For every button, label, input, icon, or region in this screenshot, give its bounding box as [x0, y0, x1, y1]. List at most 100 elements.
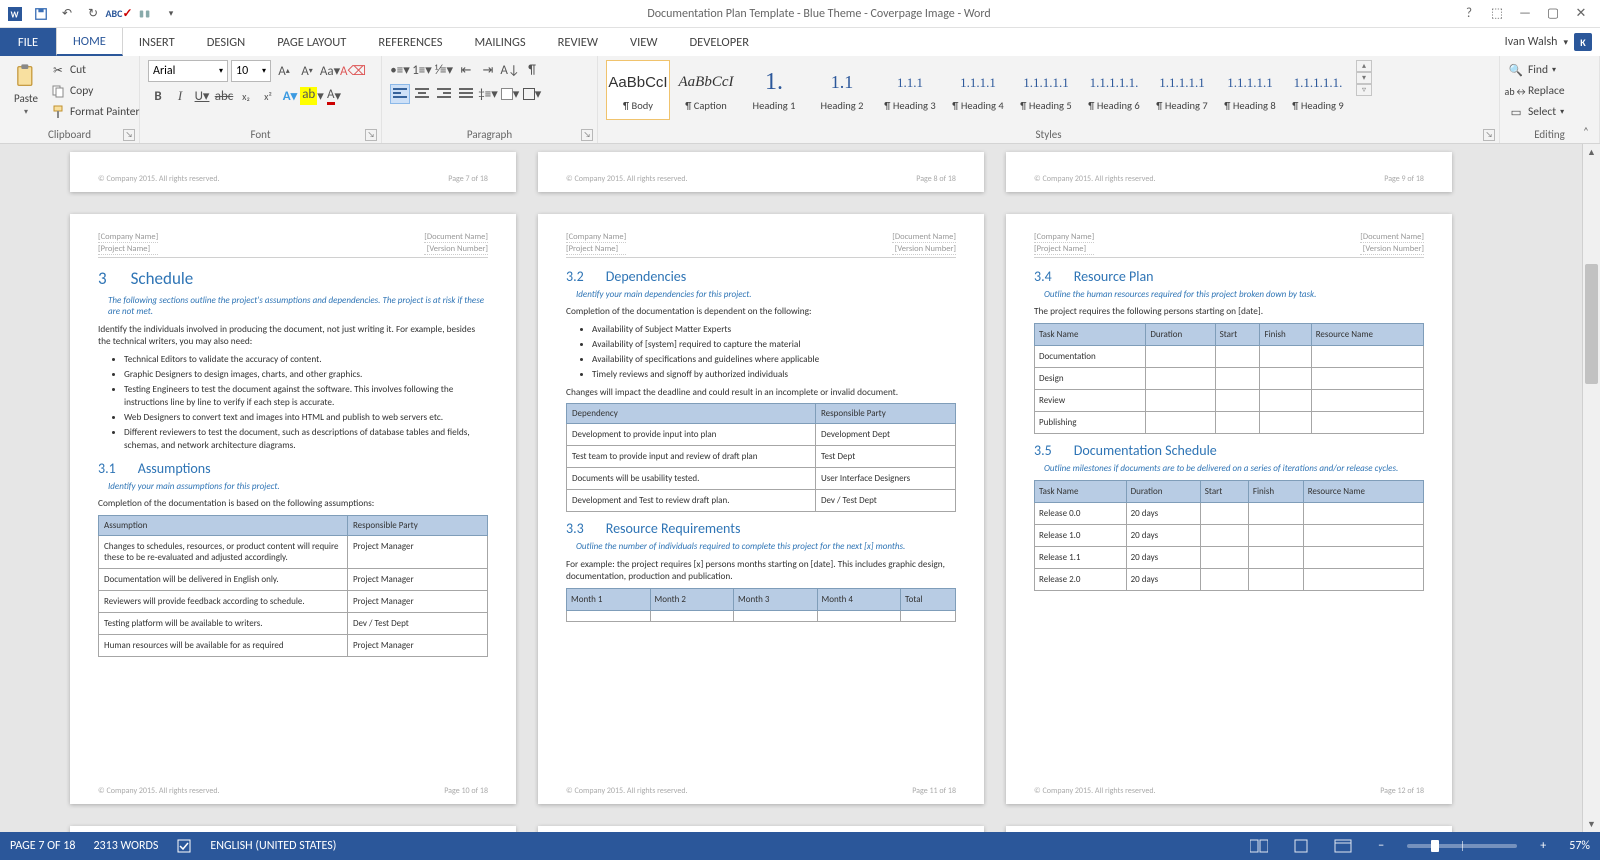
paste-icon: [12, 62, 40, 90]
strikethrough-button[interactable]: abc: [214, 86, 234, 106]
replace-button[interactable]: ab↔Replace: [1508, 81, 1565, 101]
style-item[interactable]: 1.1.1.1.1.¶ Heading 9: [1286, 60, 1350, 120]
ribbon: Paste ▾ ✂Cut Copy Format Painter Clipboa…: [0, 56, 1600, 144]
style-item[interactable]: AaBbCcI¶ Body: [606, 60, 670, 120]
style-item[interactable]: 1.1.1¶ Heading 3: [878, 60, 942, 120]
page-10[interactable]: [Company Name][Project Name] [Document N…: [70, 214, 516, 804]
zoom-slider[interactable]: [1407, 844, 1517, 848]
status-language[interactable]: ENGLISH (UNITED STATES): [210, 839, 336, 853]
tab-references[interactable]: REFERENCES: [362, 28, 458, 56]
scroll-up-arrow[interactable]: ▲: [1583, 144, 1600, 160]
web-layout-button[interactable]: [1331, 836, 1355, 856]
styles-dialog-launcher[interactable]: ↘: [1483, 129, 1495, 141]
tab-insert[interactable]: INSERT: [123, 28, 191, 56]
paragraph-dialog-launcher[interactable]: ↘: [581, 129, 593, 141]
ribbon-display-icon[interactable]: ⬚: [1484, 3, 1510, 25]
page-11[interactable]: [Company Name][Project Name] [Document N…: [538, 214, 984, 804]
numbering-button[interactable]: 1≡▾: [412, 60, 432, 80]
select-button[interactable]: ▭Select ▾: [1508, 102, 1564, 122]
superscript-button[interactable]: x²: [258, 86, 278, 106]
sort-button[interactable]: A↓: [500, 60, 520, 80]
maximize-icon[interactable]: ▢: [1540, 3, 1566, 25]
style-item[interactable]: 1.1.1.1¶ Heading 4: [946, 60, 1010, 120]
clipboard-dialog-launcher[interactable]: ↘: [123, 129, 135, 141]
font-dialog-launcher[interactable]: ↘: [365, 129, 377, 141]
shrink-font-button[interactable]: A▾: [297, 61, 317, 81]
style-item[interactable]: AaBbCcI¶ Caption: [674, 60, 738, 120]
font-color-button[interactable]: A▾: [324, 86, 344, 106]
zoom-out-button[interactable]: −: [1373, 839, 1389, 853]
highlight-button[interactable]: ab▾: [302, 86, 322, 106]
qat-customize-icon[interactable]: ▾: [160, 3, 182, 25]
replace-icon: ab↔: [1508, 83, 1524, 99]
italic-button[interactable]: I: [170, 86, 190, 106]
align-left-button[interactable]: [390, 84, 410, 104]
clear-formatting-button[interactable]: A⌫: [343, 61, 363, 81]
status-words[interactable]: 2313 WORDS: [93, 839, 158, 853]
copy-button[interactable]: Copy: [50, 81, 139, 101]
align-right-button[interactable]: [434, 84, 454, 104]
find-button[interactable]: 🔍Find ▾: [1508, 60, 1556, 80]
format-painter-button[interactable]: Format Painter: [50, 102, 139, 122]
multilevel-button[interactable]: ⅟≡▾: [434, 60, 454, 80]
close-icon[interactable]: ✕: [1568, 3, 1594, 25]
tab-design[interactable]: DESIGN: [191, 28, 262, 56]
align-center-button[interactable]: [412, 84, 432, 104]
font-size-combo[interactable]: 10▾: [231, 60, 271, 82]
scroll-down-arrow[interactable]: ▼: [1583, 816, 1600, 832]
show-marks-button[interactable]: ¶: [522, 60, 542, 80]
justify-button[interactable]: [456, 84, 476, 104]
tab-mailings[interactable]: MAILINGS: [458, 28, 541, 56]
zoom-knob[interactable]: [1431, 840, 1439, 852]
redo-icon[interactable]: ↻: [82, 3, 104, 25]
zoom-in-button[interactable]: +: [1535, 839, 1551, 853]
status-proofing-icon[interactable]: [176, 838, 192, 854]
dependencies-table: DependencyResponsible PartyDevelopment t…: [566, 403, 956, 512]
underline-button[interactable]: U▾: [192, 86, 212, 106]
bullets-button[interactable]: •≡▾: [390, 60, 410, 80]
spellcheck-icon[interactable]: ABC✓: [108, 3, 130, 25]
styles-gallery: AaBbCcI¶ BodyAaBbCcI¶ Caption1.Heading 1…: [606, 60, 1350, 120]
cut-button[interactable]: ✂Cut: [50, 60, 139, 80]
print-layout-button[interactable]: [1289, 836, 1313, 856]
style-item[interactable]: 1.1.1.1.1¶ Heading 5: [1014, 60, 1078, 120]
touch-mode-icon[interactable]: [134, 3, 156, 25]
bold-button[interactable]: B: [148, 86, 168, 106]
vertical-scrollbar[interactable]: ▲ ▼: [1582, 144, 1600, 832]
decrease-indent-button[interactable]: ⇤: [456, 60, 476, 80]
undo-icon[interactable]: ↶: [56, 3, 78, 25]
pages-container[interactable]: © Company 2015. All rights reserved.Page…: [0, 144, 1582, 832]
help-icon[interactable]: ?: [1456, 3, 1482, 25]
style-item[interactable]: 1.1.1.1.1¶ Heading 8: [1218, 60, 1282, 120]
style-item[interactable]: 1.Heading 1: [742, 60, 806, 120]
zoom-level[interactable]: 57%: [1569, 839, 1590, 853]
styles-gallery-scroll[interactable]: ▴▾▿: [1356, 60, 1372, 96]
collapse-ribbon-button[interactable]: ˄: [1578, 123, 1594, 139]
change-case-button[interactable]: Aa▾: [320, 61, 340, 81]
scroll-thumb[interactable]: [1585, 264, 1598, 384]
account-area[interactable]: Ivan Walsh▾ K: [1505, 28, 1600, 56]
grow-font-button[interactable]: A▴: [274, 61, 294, 81]
text-effects-button[interactable]: A▾: [280, 86, 300, 106]
tab-view[interactable]: VIEW: [614, 28, 673, 56]
read-mode-button[interactable]: [1247, 836, 1271, 856]
style-item[interactable]: 1.1Heading 2: [810, 60, 874, 120]
status-page[interactable]: PAGE 7 OF 18: [10, 839, 75, 853]
borders-button[interactable]: ▾: [522, 84, 542, 104]
shading-button[interactable]: ▾: [500, 84, 520, 104]
tab-home[interactable]: HOME: [56, 28, 123, 56]
font-name-combo[interactable]: Arial▾: [148, 60, 228, 82]
save-icon[interactable]: [30, 3, 52, 25]
tab-developer[interactable]: DEVELOPER: [673, 28, 765, 56]
tab-review[interactable]: REVIEW: [542, 28, 614, 56]
style-item[interactable]: 1.1.1.1.1¶ Heading 7: [1150, 60, 1214, 120]
page-12[interactable]: [Company Name][Project Name] [Document N…: [1006, 214, 1452, 804]
line-spacing-button[interactable]: ‡≡▾: [478, 84, 498, 104]
minimize-icon[interactable]: —: [1512, 3, 1538, 25]
increase-indent-button[interactable]: ⇥: [478, 60, 498, 80]
tab-file[interactable]: FILE: [0, 28, 56, 56]
paste-button[interactable]: Paste ▾: [8, 60, 44, 119]
tab-page-layout[interactable]: PAGE LAYOUT: [261, 28, 362, 56]
subscript-button[interactable]: x₂: [236, 86, 256, 106]
style-item[interactable]: 1.1.1.1.1.¶ Heading 6: [1082, 60, 1146, 120]
